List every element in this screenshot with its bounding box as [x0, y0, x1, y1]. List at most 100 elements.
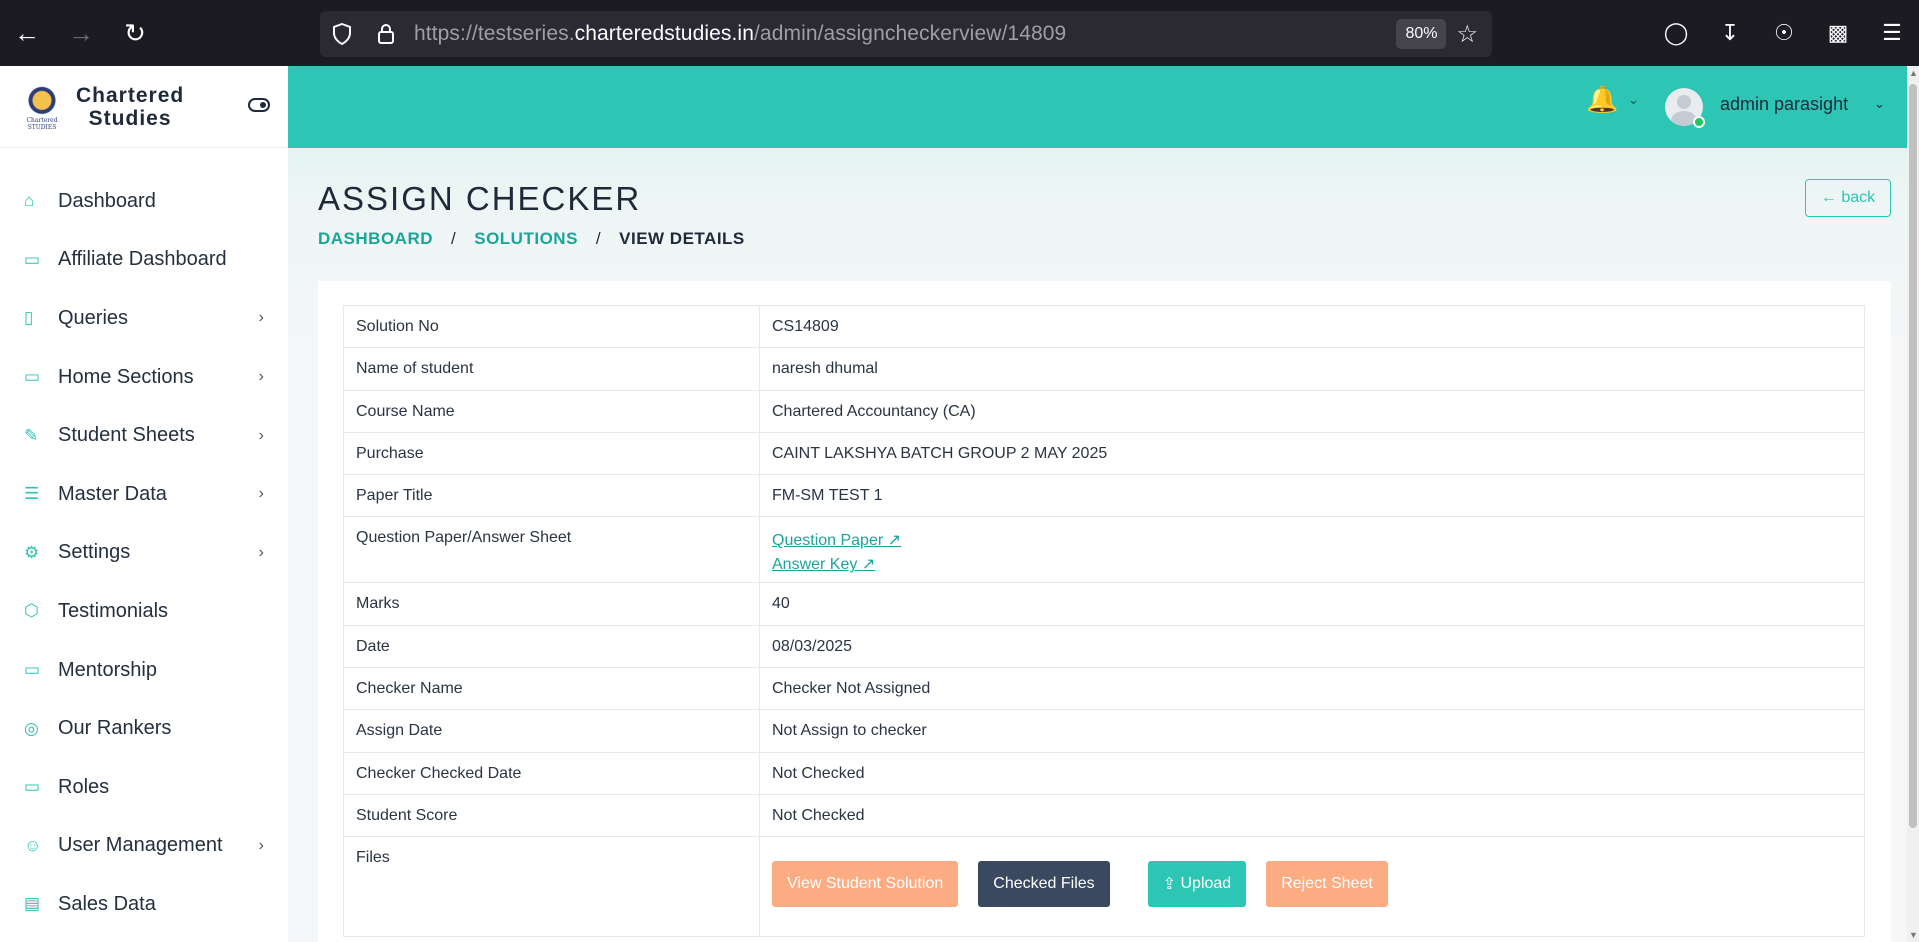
file-actions: View Student Solution Checked Files ⇪ Up… [772, 861, 1852, 908]
upload-button[interactable]: ⇪ Upload [1147, 861, 1247, 908]
row-label: Solution No [343, 304, 760, 349]
shield-icon[interactable] [320, 11, 364, 57]
sidebar-item-label: Settings [58, 541, 131, 564]
view-student-solution-button[interactable]: View Student Solution [772, 861, 959, 908]
browser-toolbar: ← → ↻ https://testseries.charteredstudie… [0, 0, 1919, 66]
award-icon: ◎ [24, 718, 39, 738]
lock-icon[interactable] [364, 11, 408, 57]
table-row: Assign Date Not Assign to checker [343, 709, 1865, 753]
sidebar-item-label: Affiliate Dashboard [58, 248, 227, 271]
sidebar-item-home-sections[interactable]: ▭ Home Sections › [0, 348, 288, 407]
table-row: Checker Checked Date Not Checked [343, 751, 1865, 795]
user-name[interactable]: admin parasight [1720, 94, 1848, 115]
table-row: Purchase CAINT LAKSHYA BATCH GROUP 2 MAY… [343, 431, 1865, 476]
extensions-icon[interactable]: ▩ [1811, 20, 1865, 46]
sidebar-item-our-rankers[interactable]: ◎ Our Rankers [0, 699, 288, 758]
bookmark-star-icon[interactable]: ☆ [1456, 20, 1478, 49]
row-label: Course Name [343, 389, 760, 433]
zoom-level[interactable]: 80% [1396, 19, 1447, 49]
row-label: Student Score [343, 793, 760, 838]
account-icon[interactable]: ☉ [1757, 20, 1811, 46]
sidebar-item-label: Queries [58, 306, 129, 329]
table-row: Date 08/03/2025 [343, 624, 1865, 669]
reload-icon[interactable]: ↻ [108, 0, 162, 66]
table-row: Student Score Not Checked [343, 793, 1865, 838]
back-button[interactable]: ← back [1805, 179, 1891, 217]
sidebar-item-mentorship[interactable]: ▭ Mentorship [0, 641, 288, 700]
table-row: Question Paper/Answer Sheet Question Pap… [343, 516, 1865, 584]
row-label: Question Paper/Answer Sheet [343, 516, 760, 584]
page-scrollbar[interactable]: ▲ ▼ [1907, 66, 1919, 942]
reject-sheet-button[interactable]: Reject Sheet [1266, 861, 1388, 908]
sidebar-item-label: Our Rankers [58, 717, 172, 740]
brand[interactable]: Chartered STUDIES Chartered Studies [0, 66, 288, 148]
scroll-thumb[interactable] [1909, 84, 1917, 828]
sidebar-item-label: Home Sections [58, 365, 194, 388]
brand-name: Chartered Studies [76, 83, 185, 130]
chevron-right-icon: › [258, 368, 264, 386]
sidebar-item-label: Master Data [58, 482, 167, 505]
sidebar-item-label: Sales Data [58, 892, 156, 915]
bell-icon[interactable]: 🔔 [1586, 84, 1618, 115]
row-label: Purchase [343, 431, 760, 476]
row-value: Question Paper ↗ Answer Key ↗ [759, 516, 1865, 584]
download-icon[interactable]: ↧ [1703, 20, 1757, 46]
details-table: Solution No CS14809 Name of student nare… [343, 304, 1865, 938]
row-label: Name of student [343, 347, 760, 391]
sidebar-item-testimonials[interactable]: ⬡ Testimonials [0, 582, 288, 641]
monitor-icon: ▭ [24, 249, 41, 269]
sidebar-toggle-icon[interactable] [248, 98, 270, 112]
table-row: Name of student naresh dhumal [343, 347, 1865, 391]
sidebar-item-sales-data[interactable]: ▤ Sales Data [0, 875, 288, 934]
row-value: View Student Solution Checked Files ⇪ Up… [759, 836, 1865, 938]
chevron-right-icon: › [258, 543, 264, 561]
sidebar-item-label: Roles [58, 775, 110, 798]
sidebar-item-label: User Management [58, 834, 223, 857]
answer-key-link[interactable]: Answer Key ↗ [772, 553, 1852, 577]
external-link-icon: ↗ [861, 556, 876, 574]
row-value: FM-SM TEST 1 [759, 474, 1865, 518]
address-bar[interactable]: https://testseries.charteredstudies.in/a… [320, 11, 1492, 57]
breadcrumb-solutions[interactable]: SOLUTIONS [474, 229, 578, 249]
top-header: 🔔 ⌄ admin parasight ⌄ [288, 66, 1907, 148]
clipboard-icon: ▯ [24, 308, 34, 328]
external-link-icon: ↗ [887, 532, 902, 550]
breadcrumb-separator: / [451, 229, 457, 248]
pocket-icon[interactable]: ◯ [1649, 20, 1703, 46]
forward-arrow-icon[interactable]: → [54, 0, 108, 66]
sidebar-item-roles[interactable]: ▭ Roles [0, 758, 288, 817]
chevron-down-icon[interactable]: ⌄ [1628, 92, 1639, 108]
sidebar-item-master-data[interactable]: ☰ Master Data › [0, 465, 288, 524]
question-paper-link[interactable]: Question Paper ↗ [772, 529, 1852, 553]
main-content: ASSIGN CHECKER ← back DASHBOARD / SOLUTI… [288, 148, 1907, 942]
home-icon: ⌂ [24, 191, 35, 211]
sidebar-item-student-sheets[interactable]: ✎ Student Sheets › [0, 406, 288, 465]
breadcrumb: DASHBOARD / SOLUTIONS / VIEW DETAILS [318, 229, 745, 249]
row-value: CAINT LAKSHYA BATCH GROUP 2 MAY 2025 [759, 431, 1865, 476]
sidebar-item-queries[interactable]: ▯ Queries › [0, 289, 288, 348]
chevron-right-icon: › [258, 426, 264, 444]
row-value: naresh dhumal [759, 347, 1865, 391]
menu-icon[interactable]: ☰ [1865, 20, 1919, 46]
scroll-down-icon[interactable]: ▼ [1909, 930, 1918, 940]
sidebar-item-settings[interactable]: ⚙ Settings › [0, 524, 288, 583]
sidebar-item-label: Mentorship [58, 658, 157, 681]
table-row: Course Name Chartered Accountancy (CA) [343, 389, 1865, 433]
row-label: Files [343, 836, 760, 938]
row-label: Marks [343, 582, 760, 626]
url-text[interactable]: https://testseries.charteredstudies.in/a… [414, 22, 1396, 46]
sidebar-item-affiliate-dashboard[interactable]: ▭ Affiliate Dashboard [0, 231, 288, 290]
sidebar-item-dashboard[interactable]: ⌂ Dashboard [0, 172, 288, 231]
row-label: Assign Date [343, 709, 760, 753]
row-label: Checker Name [343, 667, 760, 711]
chevron-down-icon[interactable]: ⌄ [1874, 96, 1885, 112]
brand-logo: Chartered STUDIES [24, 84, 60, 131]
box-icon: ⬡ [24, 601, 39, 621]
back-arrow-icon[interactable]: ← [0, 0, 54, 66]
checked-files-button[interactable]: Checked Files [978, 861, 1110, 908]
sidebar-item-user-management[interactable]: ☺ User Management › [0, 817, 288, 876]
breadcrumb-dashboard[interactable]: DASHBOARD [318, 229, 433, 249]
scroll-up-icon[interactable]: ▲ [1909, 68, 1918, 78]
table-row: Solution No CS14809 [343, 304, 1865, 349]
file-icon: ▭ [24, 660, 41, 680]
